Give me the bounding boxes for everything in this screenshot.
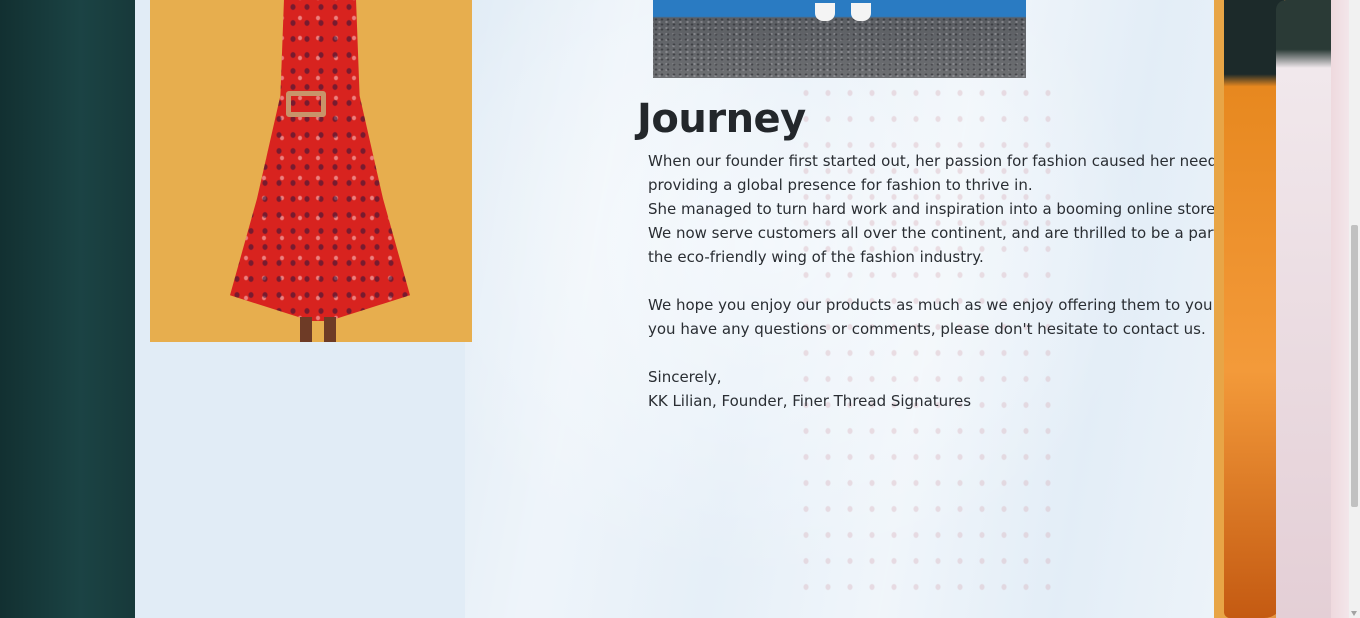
clothing-rack-backdrop [1214,0,1349,618]
article-line: We now serve customers all over the cont… [648,224,1214,242]
woman-in-red-dress-photo [150,0,472,342]
article-line: When our founder first started out, her … [648,152,1214,170]
street-sneakers-photo [653,0,1026,78]
scroll-down-arrow-icon[interactable] [1351,611,1357,616]
sign-off: Sincerely, [648,368,722,386]
scrollbar-thumb[interactable] [1351,225,1358,507]
left-backdrop [0,0,135,618]
page-title: Journey [637,96,806,142]
signature: KK Lilian, Founder, Finer Thread Signatu… [648,392,972,410]
article-line: We hope you enjoy our products as much a… [648,296,1214,314]
vertical-scrollbar[interactable] [1349,0,1360,618]
article-line: providing a global presence for fashion … [648,176,1033,194]
article-line: She managed to turn hard work and inspir… [648,200,1214,218]
article-line: you have any questions or comments, plea… [648,320,1206,338]
content-panel: Journey When our founder first started o… [135,0,1214,618]
article-line: the eco-friendly wing of the fashion ind… [648,248,984,266]
article-body: When our founder first started out, her … [648,149,1214,413]
